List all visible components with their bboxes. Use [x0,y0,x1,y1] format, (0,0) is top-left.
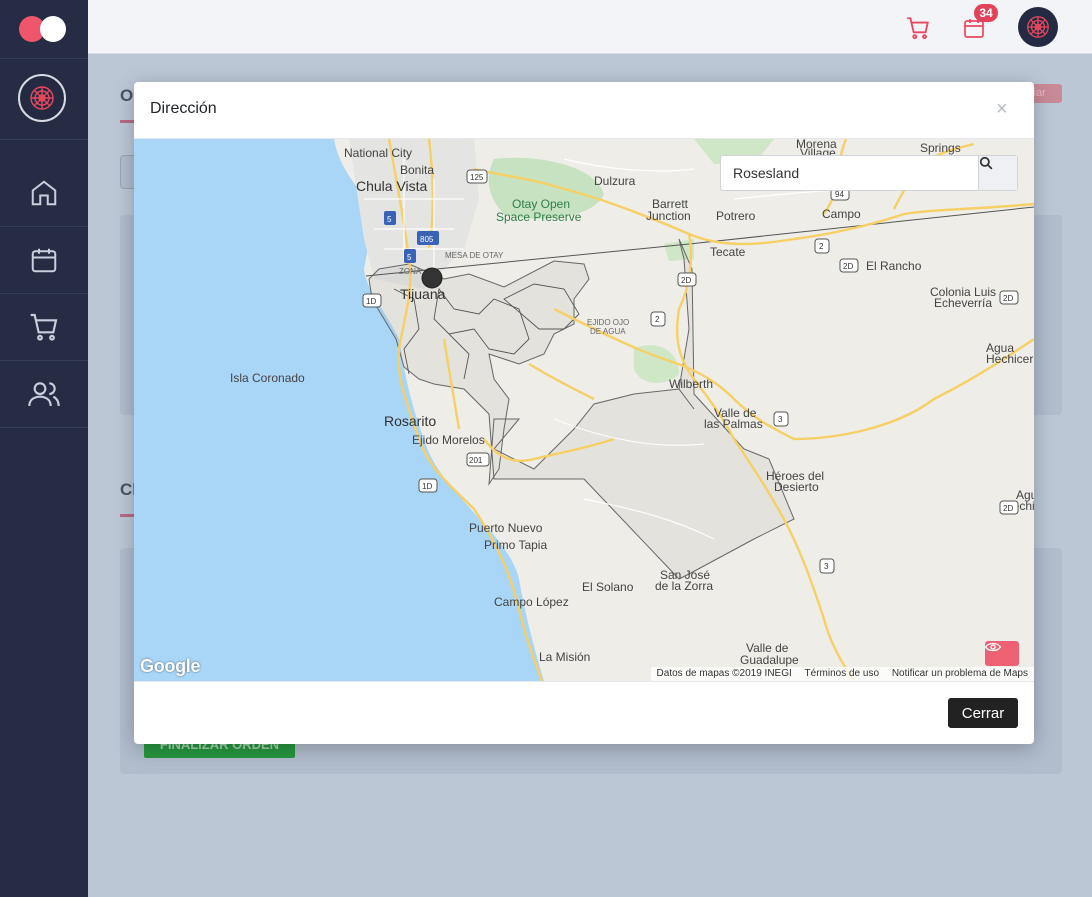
map-label: Rosarito [384,413,436,429]
close-button[interactable]: Cerrar [948,698,1018,728]
svg-text:2: 2 [819,242,824,251]
terms-link[interactable]: Términos de uso [805,668,879,679]
map-label: EJIDO OJO [587,318,629,327]
search-icon [979,156,993,170]
map-label: La Misión [539,650,590,664]
modal-footer: Cerrar [134,681,1034,744]
map-label: Campo [822,207,861,221]
modal-title: Dirección [150,100,217,117]
flower-avatar-icon [30,86,54,110]
map-label: de la Zorra [655,579,713,593]
map-label: Echeverría [934,296,992,310]
svg-text:2D: 2D [1003,294,1013,303]
svg-text:805: 805 [420,235,434,244]
calendar-icon [31,248,57,273]
map-label: DE AGUA [590,327,626,336]
ocean [134,139,544,681]
svg-text:2D: 2D [681,276,691,285]
map-label: MESA DE OTAY [445,251,504,260]
map-label: Primo Tapia [484,538,547,552]
map-canvas: National City Bonita Chula Vista Otay Op… [134,139,1034,681]
map-data-attribution: Datos de mapas ©2019 INEGI [656,668,792,679]
sidebar-item-users[interactable] [0,361,88,428]
logo-circle-white [40,16,66,42]
map-attribution: Datos de mapas ©2019 INEGI Términos de u… [650,667,1034,681]
map[interactable]: National City Bonita Chula Vista Otay Op… [134,139,1034,681]
user-avatar[interactable] [1018,7,1058,47]
toggle-view-button[interactable] [985,641,1019,666]
cart-icon [907,17,929,40]
map-label: Dulzura [594,174,636,188]
location-marker[interactable] [421,267,443,289]
map-label: Desierto [774,480,819,494]
map-label: Bonita [400,163,434,177]
map-search-box [720,155,1018,191]
map-label: Ejido Morelos [412,433,485,447]
map-label: Puerto Nuevo [469,521,543,535]
svg-text:3: 3 [778,415,783,424]
map-label: Chula Vista [356,178,428,194]
sidebar-item-cart[interactable] [0,294,88,361]
map-label: Potrero [716,209,756,223]
map-search-input[interactable] [721,156,979,190]
map-label: Springs [920,141,961,155]
users-icon [28,382,60,407]
map-label: Isla Coronado [230,371,305,385]
svg-text:2D: 2D [1003,504,1013,513]
map-label: Otay Open [512,197,570,211]
map-search-button[interactable] [979,156,1017,190]
report-problem-link[interactable]: Notificar un problema de Maps [892,668,1028,679]
sidebar-item-home[interactable] [0,160,88,227]
map-label: ZONA [399,267,422,276]
map-label: Junction [646,209,691,223]
map-label: Wilberth [669,377,713,391]
svg-text:3: 3 [824,562,829,571]
map-label: Tecate [710,245,746,259]
map-label: Campo López [494,595,569,609]
modal-header: Dirección × [134,82,1034,139]
svg-text:2: 2 [655,315,660,324]
svg-text:1D: 1D [366,297,376,306]
map-label: National City [344,146,412,160]
address-modal: Dirección × National City Bonita Chula V… [134,82,1034,744]
sidebar [0,0,88,897]
map-label: Tijuana [400,286,446,302]
svg-text:2D: 2D [843,262,853,271]
home-icon [31,180,57,206]
app-logo[interactable] [0,0,88,59]
svg-text:201: 201 [469,456,483,465]
eye-icon [985,642,1001,652]
svg-text:5: 5 [387,215,392,224]
sidebar-divider [0,139,88,140]
map-label: Hechicer [986,352,1033,366]
google-logo: Google [140,656,201,676]
map-label: las Palmas [704,417,763,431]
svg-text:5: 5 [407,253,412,262]
close-icon[interactable]: × [996,98,1008,121]
cart-icon [30,313,58,341]
notification-badge: 34 [974,4,998,22]
map-label: Space Preserve [496,210,582,224]
svg-text:94: 94 [835,190,844,199]
sidebar-item-calendar[interactable] [0,227,88,294]
flower-avatar-icon [1027,16,1049,38]
header-cart-button[interactable] [905,15,931,46]
top-bar: 34 [88,0,1092,54]
map-label: Guadalupe [740,653,799,667]
svg-text:1D: 1D [422,482,432,491]
map-label: El Solano [582,580,634,594]
svg-text:125: 125 [470,173,484,182]
map-label: El Rancho [866,259,922,273]
sidebar-avatar[interactable] [18,74,66,122]
